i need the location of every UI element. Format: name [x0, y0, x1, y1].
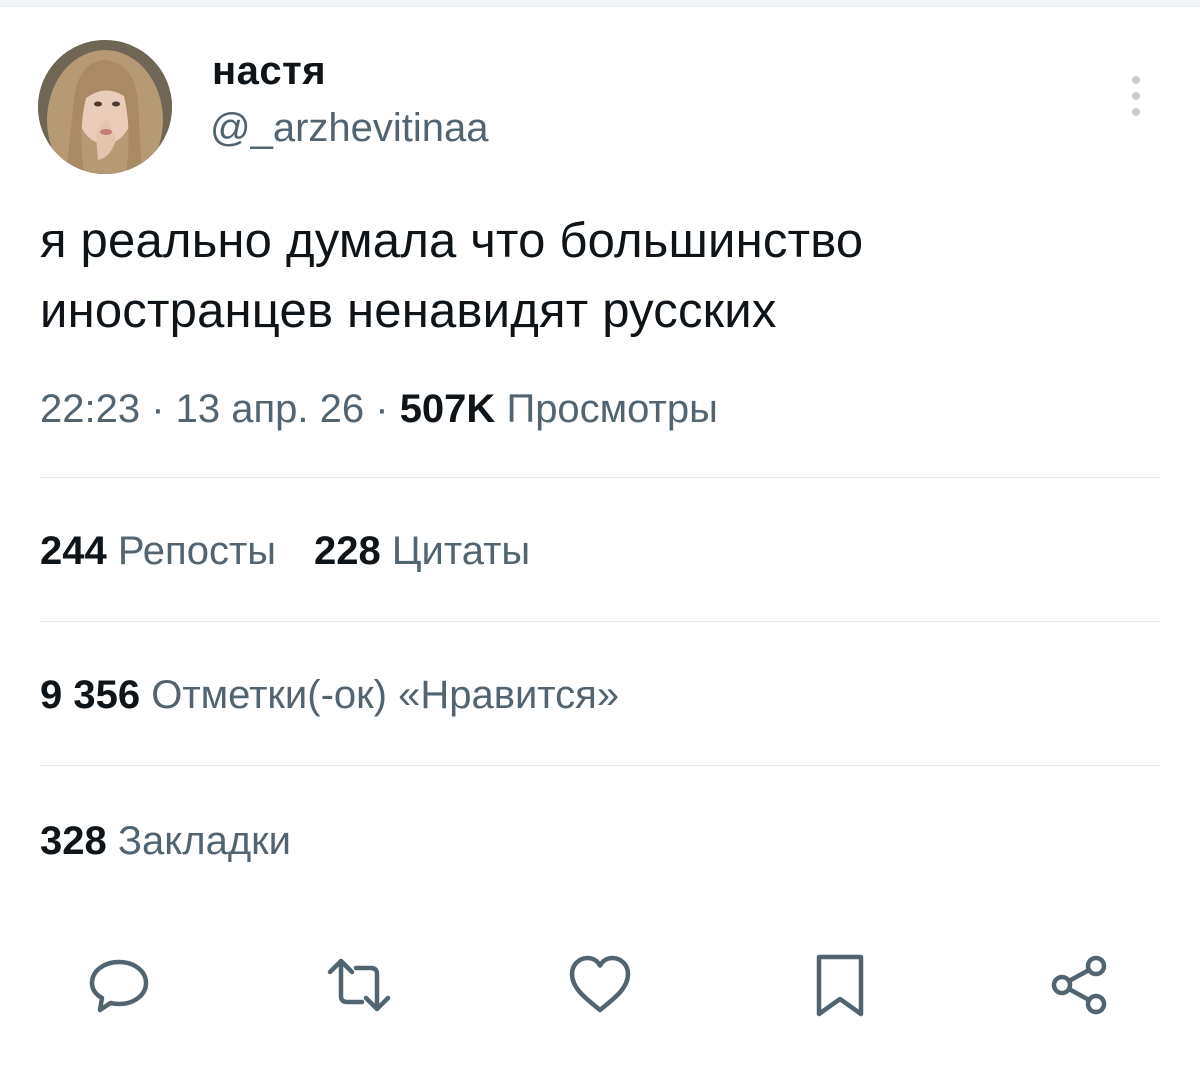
stats-row-reposts-quotes: 244 Репосты 228 Цитаты — [40, 524, 530, 578]
action-bar — [0, 950, 1200, 1030]
quotes-label: Цитаты — [391, 529, 531, 573]
likes-label: Отметки(-ок) «Нравится» — [151, 673, 620, 717]
share-button[interactable] — [1044, 950, 1114, 1020]
bookmark-button[interactable] — [805, 950, 875, 1020]
top-divider — [0, 0, 1200, 7]
user-handle[interactable]: @_arzhevitinaa — [210, 104, 489, 152]
divider — [40, 621, 1160, 622]
bookmarks-label: Закладки — [117, 819, 291, 863]
tweet-text: я реально думала что большинство иностра… — [40, 214, 864, 338]
bookmarks-stat[interactable]: 328 Закладки — [40, 814, 291, 868]
more-vertical-icon — [1132, 76, 1140, 116]
reposts-count: 244 — [40, 529, 107, 573]
views-label: Просмотры — [506, 387, 718, 431]
display-name[interactable]: настя — [212, 47, 326, 95]
avatar[interactable] — [38, 40, 172, 174]
tweet-meta: 22:23 · 13 апр. 26 · 507K Просмотры — [40, 382, 718, 436]
reposts-stat[interactable]: 244 Репосты — [40, 529, 276, 573]
meta-separator: · — [140, 387, 176, 431]
likes-count: 9 356 — [40, 673, 141, 717]
share-icon — [1051, 955, 1107, 1015]
reposts-label: Репосты — [117, 529, 277, 573]
meta-separator: · — [364, 387, 400, 431]
divider — [40, 765, 1160, 766]
repost-icon — [327, 958, 391, 1012]
tweet-time[interactable]: 22:23 — [40, 387, 140, 431]
likes-stat[interactable]: 9 356 Отметки(-ок) «Нравится» — [40, 668, 619, 722]
bookmark-icon — [816, 954, 864, 1017]
quotes-stat[interactable]: 228 Цитаты — [314, 529, 530, 573]
repost-button[interactable] — [324, 950, 394, 1020]
more-options-button[interactable] — [1116, 72, 1156, 120]
views-count: 507K — [399, 387, 496, 431]
heart-icon — [569, 955, 631, 1013]
divider — [40, 477, 1160, 478]
quotes-count: 228 — [314, 529, 381, 573]
bookmarks-count: 328 — [40, 819, 107, 863]
like-button[interactable] — [565, 950, 635, 1020]
tweet-date[interactable]: 13 апр. 26 — [176, 387, 364, 431]
reply-icon — [89, 959, 149, 1013]
reply-button[interactable] — [84, 950, 154, 1020]
